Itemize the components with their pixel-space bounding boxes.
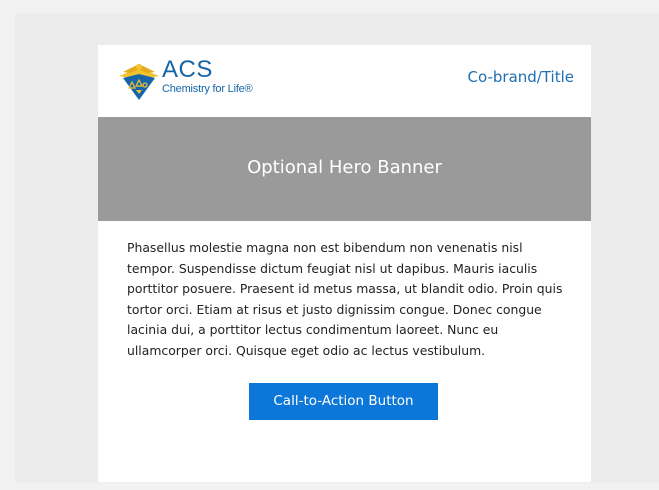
hero-banner: Optional Hero Banner	[98, 117, 591, 221]
hero-title: Optional Hero Banner	[247, 157, 442, 178]
call-to-action-button[interactable]: Call-to-Action Button	[249, 383, 438, 420]
acs-logo[interactable]: ACS Chemistry for Life®	[117, 56, 277, 106]
body-paragraph: Phasellus molestie magna non est bibendu…	[127, 240, 563, 358]
cobrand-title: Co-brand/Title	[467, 68, 574, 86]
email-header: ACS Chemistry for Life® Co-brand/Title	[98, 45, 591, 117]
acs-eagle-emblem-icon	[119, 64, 159, 100]
logo-tagline: Chemistry for Life®	[162, 83, 253, 95]
email-card: ACS Chemistry for Life® Co-brand/Title O…	[98, 45, 591, 482]
logo-wordmark: ACS	[162, 56, 213, 83]
